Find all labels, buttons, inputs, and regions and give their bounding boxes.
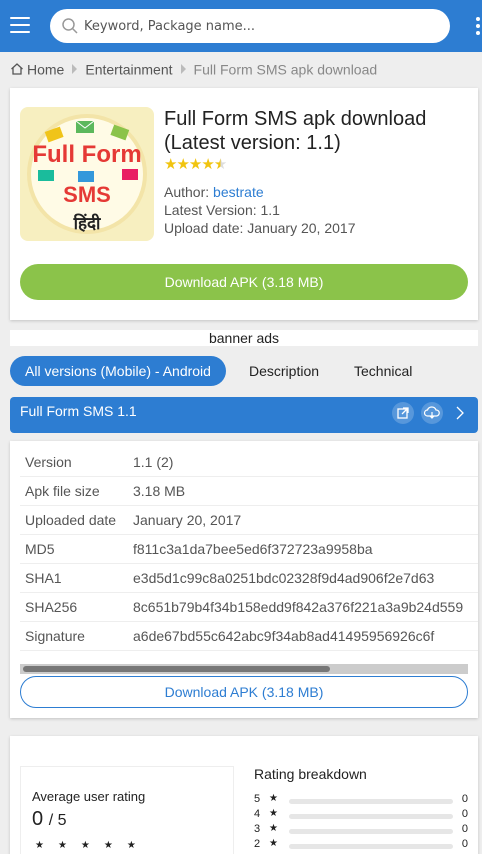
table-row: SHA1 e3d5d1c99c8a0251bdc02328f9d4ad906f2e…: [20, 564, 478, 593]
banner-ads: banner ads: [10, 330, 478, 346]
details-table: Version 1.1 (2) Apk file size 3.18 MB Uplo…: [20, 448, 478, 651]
breadcrumb-category[interactable]: Entertainment: [85, 61, 172, 77]
app-header-card: Full Form SMS हिंदी Full Form SMS apk do…: [10, 88, 478, 320]
table-row: Uploaded date January 20, 2017: [20, 506, 478, 535]
home-icon[interactable]: [10, 62, 24, 76]
cloud-download-icon[interactable]: [421, 402, 443, 424]
chevron-right-icon[interactable]: [453, 404, 467, 422]
table-row: Version 1.1 (2): [20, 448, 478, 477]
detail-value: e3d5d1c99c8a0251bdc02328f9d4ad906f2e7d63: [133, 570, 435, 586]
detail-key: MD5: [25, 541, 55, 557]
star-full-icon: ★: [176, 155, 190, 173]
app-icon: Full Form SMS हिंदी: [20, 107, 154, 241]
rating-card: Average user rating 0 / 5 ★★★★★ Rating b…: [10, 736, 478, 854]
app-title: Full Form SMS apk download (Latest versi…: [164, 108, 427, 154]
search-box[interactable]: [50, 9, 450, 43]
breakdown-bar: [289, 844, 453, 849]
breadcrumb-current: Full Form SMS apk download: [193, 61, 378, 78]
empty-stars-icon: ★★★★★: [35, 840, 150, 851]
star-full-icon: ★: [201, 155, 215, 173]
detail-key: Signature: [25, 628, 85, 644]
tab-technical[interactable]: Technical: [354, 356, 412, 386]
svg-text:Full Form: Full Form: [32, 141, 141, 168]
breakdown-row: 3 ★ 0: [254, 823, 468, 838]
detail-key: SHA1: [25, 570, 62, 586]
version-title: Full Form SMS 1.1: [20, 403, 137, 419]
rating-stars: ★★★★★: [164, 155, 228, 173]
search-input[interactable]: [84, 9, 434, 43]
breakdown-count: 0: [461, 823, 468, 835]
author-link[interactable]: bestrate: [213, 184, 264, 200]
breadcrumb-separator-icon: [180, 64, 186, 75]
breakdown-row: 5 ★ 0: [254, 793, 468, 808]
tab-description[interactable]: Description: [249, 356, 319, 386]
top-bar: [0, 0, 482, 52]
breakdown-bar: [289, 829, 453, 834]
breakdown-stars: 2: [254, 838, 261, 850]
detail-key: SHA256: [25, 599, 78, 615]
average-rating-box: Average user rating 0 / 5 ★★★★★: [20, 766, 234, 854]
star-icon: ★: [269, 793, 278, 804]
breakdown-row: 4 ★ 0: [254, 808, 468, 823]
download-apk-outline-button[interactable]: Download APK (3.18 MB): [20, 676, 468, 708]
detail-value: 3.18 MB: [133, 483, 186, 499]
average-rating-label: Average user rating: [32, 789, 146, 804]
average-rating-value: 0 / 5: [32, 808, 66, 831]
table-row: SHA256 8c651b79b4f34b158edd9f842a376f221a…: [20, 593, 478, 622]
scrollbar-thumb[interactable]: [23, 666, 330, 672]
author-label: Author:: [164, 184, 210, 200]
star-full-icon: ★: [188, 155, 203, 173]
breakdown-count: 0: [461, 793, 468, 805]
star-icon: ★: [269, 808, 278, 819]
more-options-icon[interactable]: [476, 17, 482, 37]
star-full-icon: ★: [164, 155, 178, 173]
detail-value: f811c3a1da7bee5ed6f372723a9958ba: [133, 541, 373, 557]
open-external-icon[interactable]: [392, 402, 414, 424]
version-header[interactable]: Full Form SMS 1.1: [10, 397, 478, 433]
author-line: Author: bestrate: [164, 183, 264, 201]
version-details-card: Version 1.1 (2) Apk file size 3.18 MB Uplo…: [10, 441, 478, 718]
table-row: MD5 f811c3a1da7bee5ed6f372723a9958ba: [20, 535, 478, 564]
detail-value: 8c651b79b4f34b158edd9f842a376f221a3a9b24…: [133, 599, 464, 615]
breakdown-count: 0: [461, 838, 468, 850]
tab-all-versions[interactable]: All versions (Mobile) - Android: [10, 356, 226, 386]
detail-value: January 20, 2017: [133, 512, 242, 528]
search-icon: [62, 18, 78, 34]
detail-key: Version: [25, 454, 72, 470]
svg-text:SMS: SMS: [63, 182, 111, 207]
average-value: 0: [32, 808, 44, 830]
table-row: Signature a6de67bd55c642abc9f34ab8ad41495…: [20, 622, 478, 651]
horizontal-scrollbar[interactable]: [20, 664, 468, 674]
star-icon: ★: [269, 838, 278, 849]
detail-value: a6de67bd55c642abc9f34ab8ad41495956926c6f: [133, 628, 435, 644]
detail-key: Apk file size: [25, 483, 100, 499]
breadcrumb-separator-icon: [72, 64, 78, 75]
breadcrumb: Home Entertainment Full Form SMS apk downl…: [10, 60, 377, 78]
breakdown-count: 0: [461, 808, 468, 820]
table-row: Apk file size 3.18 MB: [20, 477, 478, 506]
detail-value: 1.1 (2): [133, 454, 174, 470]
average-max: / 5: [48, 812, 67, 829]
star-half-icon: ★: [213, 155, 228, 173]
svg-text:हिंदी: हिंदी: [73, 213, 101, 234]
breakdown-stars: 5: [254, 793, 261, 805]
upload-date: Upload date: January 20, 2017: [164, 220, 356, 236]
breadcrumb-home[interactable]: Home: [27, 61, 64, 77]
breakdown-bar: [289, 799, 453, 804]
menu-icon[interactable]: [10, 17, 30, 34]
latest-version: Latest Version: 1.1: [164, 202, 280, 218]
breakdown-stars: 4: [254, 808, 261, 820]
breakdown-stars: 3: [254, 823, 261, 835]
download-apk-button[interactable]: Download APK (3.18 MB): [20, 264, 468, 300]
detail-key: Uploaded date: [25, 512, 117, 528]
breakdown-row: 2 ★ 0: [254, 838, 468, 853]
star-icon: ★: [269, 823, 278, 834]
breakdown-bar: [289, 814, 453, 819]
rating-breakdown-title: Rating breakdown: [254, 766, 367, 782]
